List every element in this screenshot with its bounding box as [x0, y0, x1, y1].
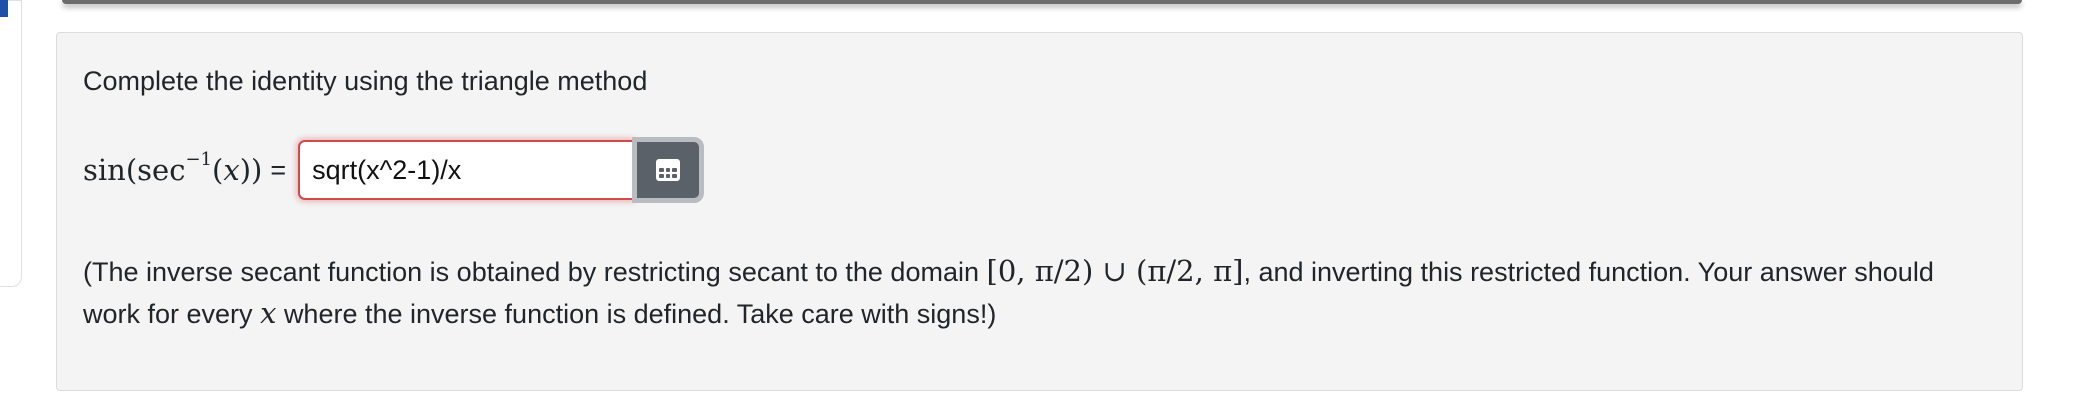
top-shadow-bar — [62, 0, 2022, 4]
math-exponent: −1 — [185, 149, 213, 171]
math-close-parens: )) — [239, 153, 263, 187]
problem-prompt: Complete the identity using the triangle… — [83, 66, 648, 96]
matrix-input-button[interactable] — [632, 137, 705, 203]
note-part1: (The inverse secant function is obtained… — [83, 257, 979, 287]
left-edge-card — [0, 0, 22, 287]
math-expression: sin(sec−1(x)) — [83, 149, 263, 187]
page: Complete the identity using the triangle… — [0, 0, 2094, 412]
problem-note: (The inverse secant function is obtained… — [83, 251, 1983, 335]
note-variable: x — [260, 296, 277, 330]
grid-icon — [656, 159, 681, 181]
problem-card: Complete the identity using the triangle… — [56, 32, 2023, 391]
answer-input-group — [298, 137, 705, 203]
math-open-paren: ( — [125, 153, 138, 187]
answer-input[interactable] — [298, 140, 633, 200]
left-accent-marker — [0, 0, 8, 17]
math-variable: x — [223, 153, 240, 187]
math-inner-func: sec — [137, 153, 186, 187]
equals-sign: = — [270, 154, 287, 185]
answer-row: sin(sec−1(x)) = — [83, 137, 705, 203]
math-func: sin — [83, 153, 126, 187]
note-domain: [0, π/2) ∪ (π/2, π] — [986, 254, 1244, 288]
math-arg-open: ( — [212, 153, 224, 187]
note-part3: where the inverse function is defined. T… — [283, 299, 997, 329]
